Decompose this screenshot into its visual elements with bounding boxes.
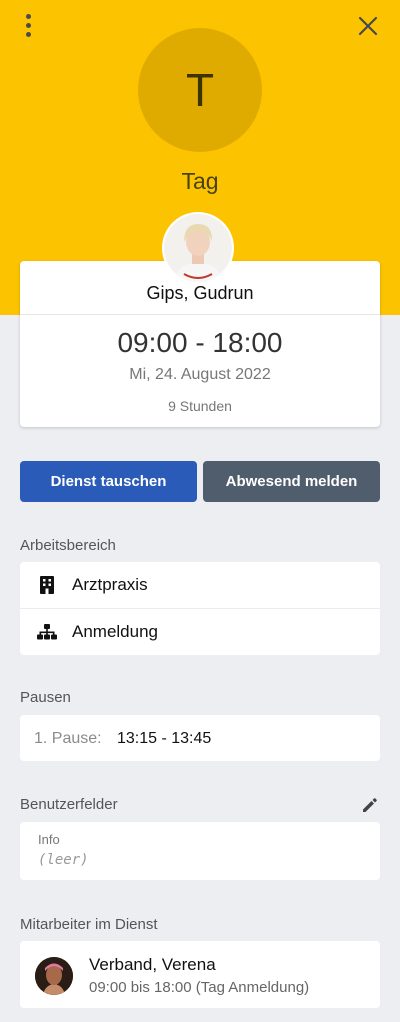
work-area-item-department[interactable]: Anmeldung	[20, 609, 380, 655]
work-area-label: Arbeitsbereich	[20, 537, 116, 554]
pencil-icon	[363, 798, 377, 812]
sitemap-icon	[37, 624, 57, 640]
card-divider	[20, 314, 380, 315]
info-field-value: (leer)	[38, 852, 89, 868]
edit-user-fields-button[interactable]	[361, 796, 379, 814]
breaks-label: Pausen	[20, 689, 71, 706]
coworker-name: Verband, Verena	[89, 955, 216, 974]
shift-avatar: T	[138, 28, 262, 152]
close-icon	[358, 16, 378, 36]
shift-duration: 9 Stunden	[168, 398, 232, 414]
shift-title: Tag	[181, 168, 219, 194]
avatar	[35, 957, 73, 995]
work-area-item-location[interactable]: Arztpraxis	[20, 562, 380, 608]
employee-photo	[164, 214, 232, 282]
work-area-location-label: Arztpraxis	[72, 575, 148, 594]
more-menu-button[interactable]	[18, 12, 40, 40]
close-button[interactable]	[354, 12, 382, 40]
user-fields-panel: Info (leer)	[20, 822, 380, 880]
employee-name: Gips, Gudrun	[146, 283, 254, 303]
shift-card: Gips, Gudrun 09:00 - 18:00 Mi, 24. Augus…	[20, 261, 380, 427]
shift-date: Mi, 24. August 2022	[129, 366, 271, 383]
user-fields-label: Benutzerfelder	[20, 796, 118, 813]
break-time: 13:15 - 13:45	[117, 730, 212, 747]
shift-time-range: 09:00 - 18:00	[117, 327, 283, 358]
break-label: 1. Pause:	[34, 730, 102, 747]
info-field-label: Info	[38, 832, 60, 847]
work-area-panel: Arztpraxis Anmeldung	[20, 562, 380, 655]
coworker-list-item[interactable]: Verband, Verena 09:00 bis 18:00 (Tag Anm…	[20, 941, 380, 1008]
coworker-shift-detail: 09:00 bis 18:00 (Tag Anmeldung)	[89, 979, 310, 996]
breaks-panel: 1. Pause: 13:15 - 13:45	[20, 715, 380, 761]
coworkers-label: Mitarbeiter im Dienst	[20, 916, 158, 933]
building-icon	[40, 576, 54, 594]
report-absence-button[interactable]: Abwesend melden	[203, 461, 380, 502]
shift-avatar-letter: T	[185, 64, 215, 116]
work-area-department-label: Anmeldung	[72, 622, 159, 641]
swap-shift-button[interactable]: Dienst tauschen	[20, 461, 197, 502]
